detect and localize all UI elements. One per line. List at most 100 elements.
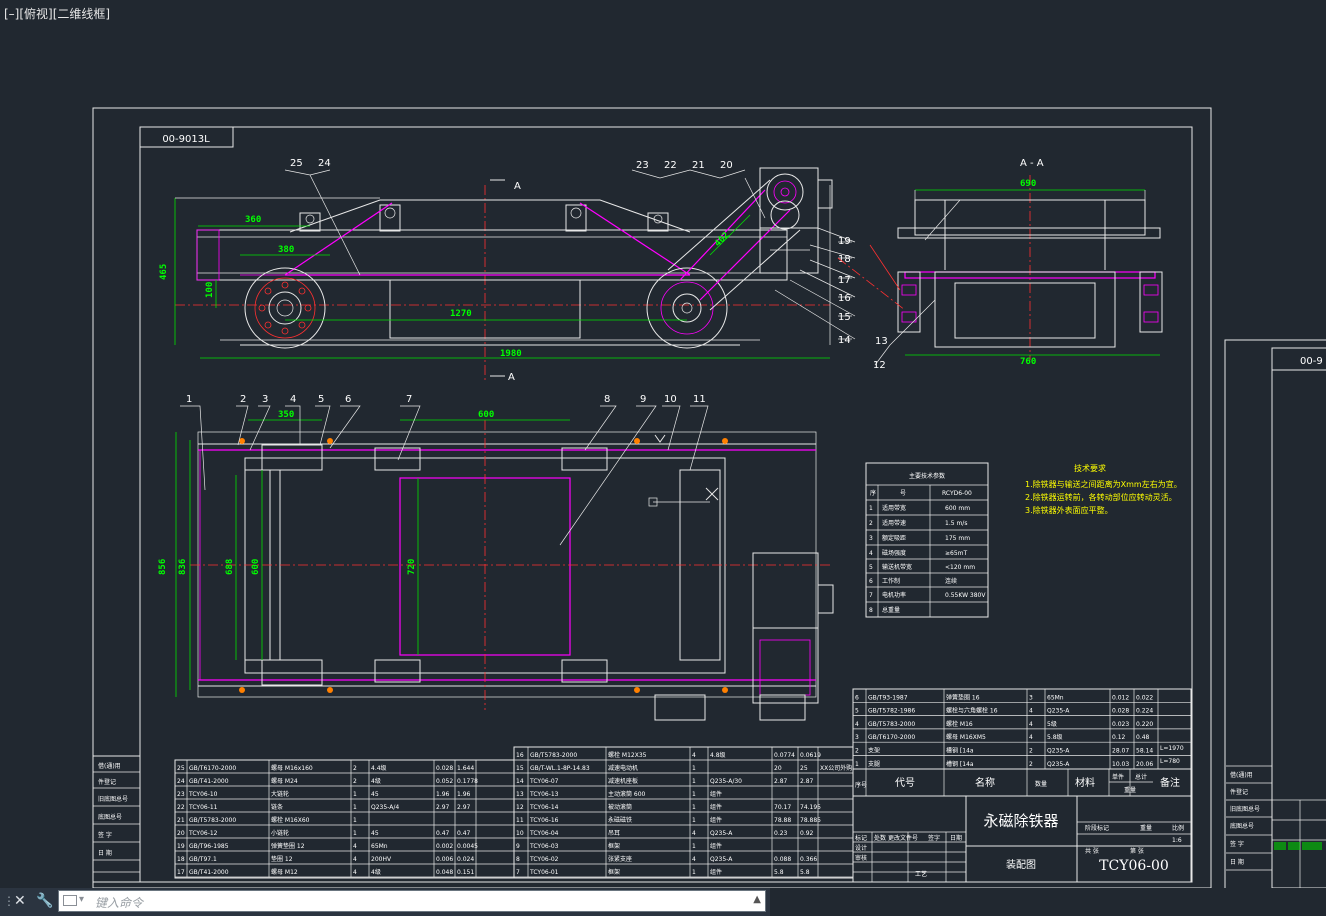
- bom-cell: 螺母 M12: [271, 868, 298, 876]
- svg-text:22: 22: [664, 160, 677, 171]
- bom-cell: 20: [177, 830, 185, 837]
- bom-cell: 16: [516, 752, 524, 759]
- bom-cell: 被动滚筒: [608, 803, 632, 811]
- bom-cell: Q235-A/4: [371, 804, 399, 811]
- bom-cell: Q235-A/30: [710, 778, 742, 785]
- bom-cell: 0.022: [1136, 694, 1153, 701]
- bom-mid-rows: 16 GB/T5783-2000 螺栓 M12X35 4 4.8级 0.0774 0.061…: [513, 747, 854, 878]
- bom-cell: 45: [371, 791, 379, 798]
- param-row: 2 适用带速 1.5 m/s: [869, 519, 967, 527]
- section-mark-bottom: A: [508, 372, 515, 383]
- bom-cell: 65Mn: [1047, 694, 1064, 701]
- dim-600v: 600: [251, 559, 261, 575]
- drawing-canvas[interactable]: .wf{stroke:#e8e8e8;fill:none;stroke-widt…: [0, 0, 1326, 888]
- svg-text:总计: 总计: [1135, 773, 1147, 781]
- svg-text:材料: 材料: [1075, 776, 1095, 789]
- bom-cell: 25: [177, 765, 185, 772]
- customize-wrench-icon[interactable]: 🔧: [36, 893, 53, 909]
- svg-text:7: 7: [406, 394, 412, 405]
- bom-cell: 1: [692, 869, 696, 876]
- svg-text:序号: 序号: [855, 781, 867, 789]
- command-input[interactable]: ▾ 键入命令 ▲: [58, 890, 766, 912]
- bom-cell: TCY06-12: [188, 830, 218, 837]
- bom-cell: 组件: [710, 816, 722, 824]
- bom-cell: XX公司外购: [820, 764, 852, 772]
- bom-row: 25 GB/T6170-2000 螺母 M16x160 2 4.4级 0.028 1.644: [175, 764, 514, 774]
- svg-text:处数: 处数: [874, 834, 886, 842]
- balloons-front: 25 24 23 22 21 20 19 18 17 16 15 14: [290, 158, 851, 346]
- left-stamp-column: 借(通)用 件登记 旧底图总号 底图总号 签 字 日 期: [92, 755, 141, 883]
- bom-cell: 大链轮: [271, 790, 289, 798]
- bom-cell: 1: [692, 765, 696, 772]
- param-cell: 连续: [945, 577, 957, 585]
- bom-cell: GB/T-WL.1-8P-14.83: [530, 765, 590, 772]
- bom-cell: 20.06: [1136, 761, 1153, 768]
- svg-text:10: 10: [664, 394, 677, 405]
- dim-100: 100: [205, 282, 215, 298]
- param-row: 3 额定吸距 175 mm: [869, 534, 970, 542]
- svg-text:L=1970: L=1970: [1160, 745, 1184, 752]
- bom-cell: 4级: [371, 777, 381, 785]
- bom-cell: 张紧支座: [608, 855, 632, 863]
- bom-cell: 螺母 M16x160: [271, 764, 313, 772]
- dim-402: 402: [713, 231, 732, 250]
- param-cell: 工作制: [882, 577, 900, 585]
- bom-cell: GB/T5782-1986: [868, 708, 915, 715]
- bom-cell: 1: [692, 791, 696, 798]
- svg-text:名称: 名称: [975, 776, 995, 789]
- bom-cell: TCY06-02: [529, 856, 559, 863]
- param-row: 6 工作制 连续: [869, 577, 957, 585]
- bom-cell: 槽钢 [14a: [946, 760, 974, 768]
- bom-cell: 0.002: [436, 843, 453, 850]
- history-up-icon[interactable]: ▲: [753, 894, 761, 905]
- bom-cell: 0.023: [1112, 721, 1129, 728]
- bom-cell: 2.87: [800, 778, 814, 785]
- bom-cell: 1: [692, 804, 696, 811]
- bom-cell: 7: [516, 869, 520, 876]
- svg-text:12: 12: [873, 360, 886, 371]
- bom-cell: 小链轮: [271, 829, 289, 837]
- svg-text:比例: 比例: [1172, 824, 1184, 832]
- bom-row: 9 TCY06-03 框架 1 组件: [514, 842, 853, 852]
- close-icon[interactable]: ✕: [14, 893, 26, 909]
- bom-cell: GB/T93-1987: [868, 694, 908, 701]
- param-cell: 总重量: [882, 606, 900, 614]
- bom-cell: TCY06-07: [529, 778, 559, 785]
- bom-cell: 1: [353, 817, 357, 824]
- bom-cell: 4: [353, 869, 357, 876]
- svg-text:签 字: 签 字: [1230, 840, 1244, 848]
- param-cell: 3: [869, 535, 873, 542]
- bom-cell: 23: [177, 791, 185, 798]
- bom-cell: 5级: [1047, 720, 1057, 728]
- bom-row: 2 支架 槽钢 [14a 2 Q235-A 28.07 58.14: [853, 747, 1191, 756]
- section-aa-title: A - A: [1020, 158, 1044, 169]
- svg-text:单件: 单件: [1112, 773, 1124, 781]
- param-cell: 1: [869, 505, 873, 512]
- bom-cell: 4: [692, 752, 696, 759]
- dropdown-caret-icon[interactable]: ▾: [79, 894, 84, 905]
- bom-cell: 0.028: [436, 765, 453, 772]
- tech-note-1: 1.除铁器与输送之间距离为Xmm左右为宜。: [1025, 479, 1182, 489]
- title-block: 标记 处数 更改文件号 签字 日期 设计 审核 工艺 永磁除铁器 装配图 TCY…: [852, 795, 1192, 883]
- bom-cell: 4: [1029, 734, 1033, 741]
- bom-cell: 4.4级: [371, 764, 387, 772]
- bom-cell: 螺母 M24: [271, 777, 298, 785]
- param-cell: 5: [869, 564, 873, 571]
- param-cell: 2: [869, 520, 873, 527]
- bom-cell: 22: [177, 804, 185, 811]
- svg-text:标记: 标记: [855, 834, 867, 842]
- bom-cell: 2.87: [774, 778, 788, 785]
- second-sheet-code: 00-9: [1300, 356, 1323, 367]
- bom-row: 12 TCY06-14 被动滚筒 1 组件 70.17 74.195: [514, 803, 853, 813]
- bom-row: 16 GB/T5783-2000 螺栓 M12X35 4 4.8级 0.0774 0.061…: [514, 751, 853, 761]
- bom-cell: 2.97: [457, 804, 471, 811]
- command-prompt-icon[interactable]: [63, 895, 77, 906]
- bom-cell: 链条: [271, 803, 283, 811]
- svg-text:L=780: L=780: [1160, 758, 1180, 765]
- bom-cell: 10.03: [1112, 761, 1129, 768]
- svg-text:代号: 代号: [895, 777, 915, 789]
- svg-text:审核: 审核: [855, 854, 867, 862]
- tech-requirements: 技术要求 1.除铁器与输送之间距离为Xmm左右为宜。 2.除铁器运转前，各转动部…: [1025, 463, 1182, 515]
- bom-cell: GB/T97.1: [189, 856, 217, 863]
- param-cell: 8: [869, 607, 873, 614]
